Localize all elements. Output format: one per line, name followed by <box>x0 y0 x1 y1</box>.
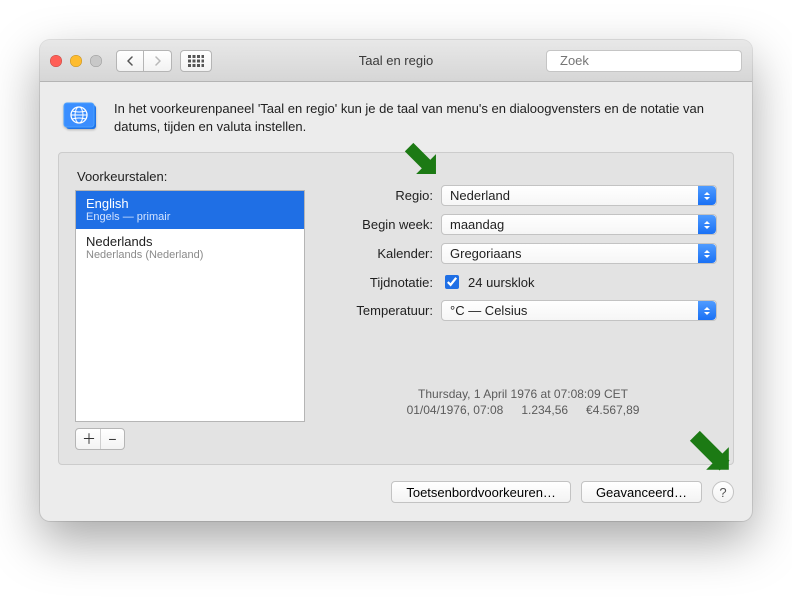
row-temperature: Temperatuur: °C — Celsius <box>329 300 717 321</box>
settings-card: Voorkeurstalen: English Engels — primair… <box>58 152 734 465</box>
stepper-arrows-icon <box>698 301 716 320</box>
weekstart-value: maandag <box>450 217 504 232</box>
add-language-button[interactable]: ＋ <box>76 429 100 449</box>
calendar-label: Kalender: <box>329 246 441 261</box>
sample-number: 1.234,56 <box>521 403 568 417</box>
row-weekstart: Begin week: maandag <box>329 214 717 235</box>
language-sub: Nederlands (Nederland) <box>86 249 294 261</box>
search-field[interactable] <box>546 50 742 72</box>
remove-language-button[interactable]: − <box>100 429 124 449</box>
zoom-window-button[interactable] <box>90 55 102 67</box>
24h-checkbox-wrap[interactable]: 24 uursklok <box>441 272 534 292</box>
temperature-label: Temperatuur: <box>329 303 441 318</box>
format-sample: Thursday, 1 April 1976 at 07:08:09 CET 0… <box>329 387 717 417</box>
back-button[interactable] <box>116 50 144 72</box>
search-input[interactable] <box>558 52 738 69</box>
grid-icon <box>188 55 204 67</box>
add-remove-segment: ＋ − <box>75 428 125 450</box>
row-calendar: Kalender: Gregoriaans <box>329 243 717 264</box>
24h-checkbox[interactable] <box>445 275 459 289</box>
language-region-pref-icon <box>62 98 100 138</box>
chevron-right-icon <box>154 56 162 66</box>
show-all-button[interactable] <box>180 50 212 72</box>
weekstart-popup[interactable]: maandag <box>441 214 717 235</box>
intro-text: In het voorkeurenpaneel 'Taal en regio' … <box>114 100 730 135</box>
chevron-left-icon <box>126 56 134 66</box>
calendar-popup[interactable]: Gregoriaans <box>441 243 717 264</box>
advanced-button[interactable]: Geavanceerd… <box>581 481 702 503</box>
calendar-value: Gregoriaans <box>450 246 522 261</box>
footer-buttons-row: Toetsenbordvoorkeuren… Geavanceerd… ? <box>40 475 752 521</box>
language-name: English <box>86 196 294 211</box>
row-timeformat: Tijdnotatie: 24 uursklok <box>329 272 717 292</box>
region-settings-column: Regio: Nederland Begin week: maandag Kal… <box>329 167 717 450</box>
weekstart-label: Begin week: <box>329 217 441 232</box>
back-forward-segment <box>116 50 172 72</box>
language-name: Nederlands <box>86 234 294 249</box>
row-region: Regio: Nederland <box>329 185 717 206</box>
24h-checkbox-label: 24 uursklok <box>468 275 534 290</box>
keyboard-preferences-button[interactable]: Toetsenbordvoorkeuren… <box>391 481 571 503</box>
timeformat-label: Tijdnotatie: <box>329 275 441 290</box>
region-label: Regio: <box>329 188 441 203</box>
region-popup[interactable]: Nederland <box>441 185 717 206</box>
stepper-arrows-icon <box>698 215 716 234</box>
intro-header: In het voorkeurenpaneel 'Taal en regio' … <box>40 82 752 152</box>
language-sub: Engels — primair <box>86 211 294 223</box>
region-value: Nederland <box>450 188 510 203</box>
title-bar: Taal en regio <box>40 40 752 82</box>
help-button[interactable]: ? <box>712 481 734 503</box>
forward-button[interactable] <box>144 50 172 72</box>
preferred-languages-label: Voorkeurstalen: <box>77 169 305 184</box>
close-window-button[interactable] <box>50 55 62 67</box>
sample-short: 01/04/1976, 07:08 <box>407 403 504 417</box>
sample-long: Thursday, 1 April 1976 at 07:08:09 CET <box>418 387 628 401</box>
language-item-nederlands[interactable]: Nederlands Nederlands (Nederland) <box>76 229 304 267</box>
preferred-languages-list[interactable]: English Engels — primair Nederlands Nede… <box>75 190 305 422</box>
stepper-arrows-icon <box>698 186 716 205</box>
minimize-window-button[interactable] <box>70 55 82 67</box>
preferences-window: Taal en regio In het voorkeurenpaneel 'T… <box>40 40 752 521</box>
preferred-languages-column: Voorkeurstalen: English Engels — primair… <box>75 167 305 450</box>
temperature-value: °C — Celsius <box>450 303 527 318</box>
question-mark-icon: ? <box>719 485 726 500</box>
sample-currency: €4.567,89 <box>586 403 639 417</box>
stepper-arrows-icon <box>698 244 716 263</box>
window-traffic-lights <box>50 55 102 67</box>
language-item-english[interactable]: English Engels — primair <box>76 191 304 229</box>
temperature-popup[interactable]: °C — Celsius <box>441 300 717 321</box>
